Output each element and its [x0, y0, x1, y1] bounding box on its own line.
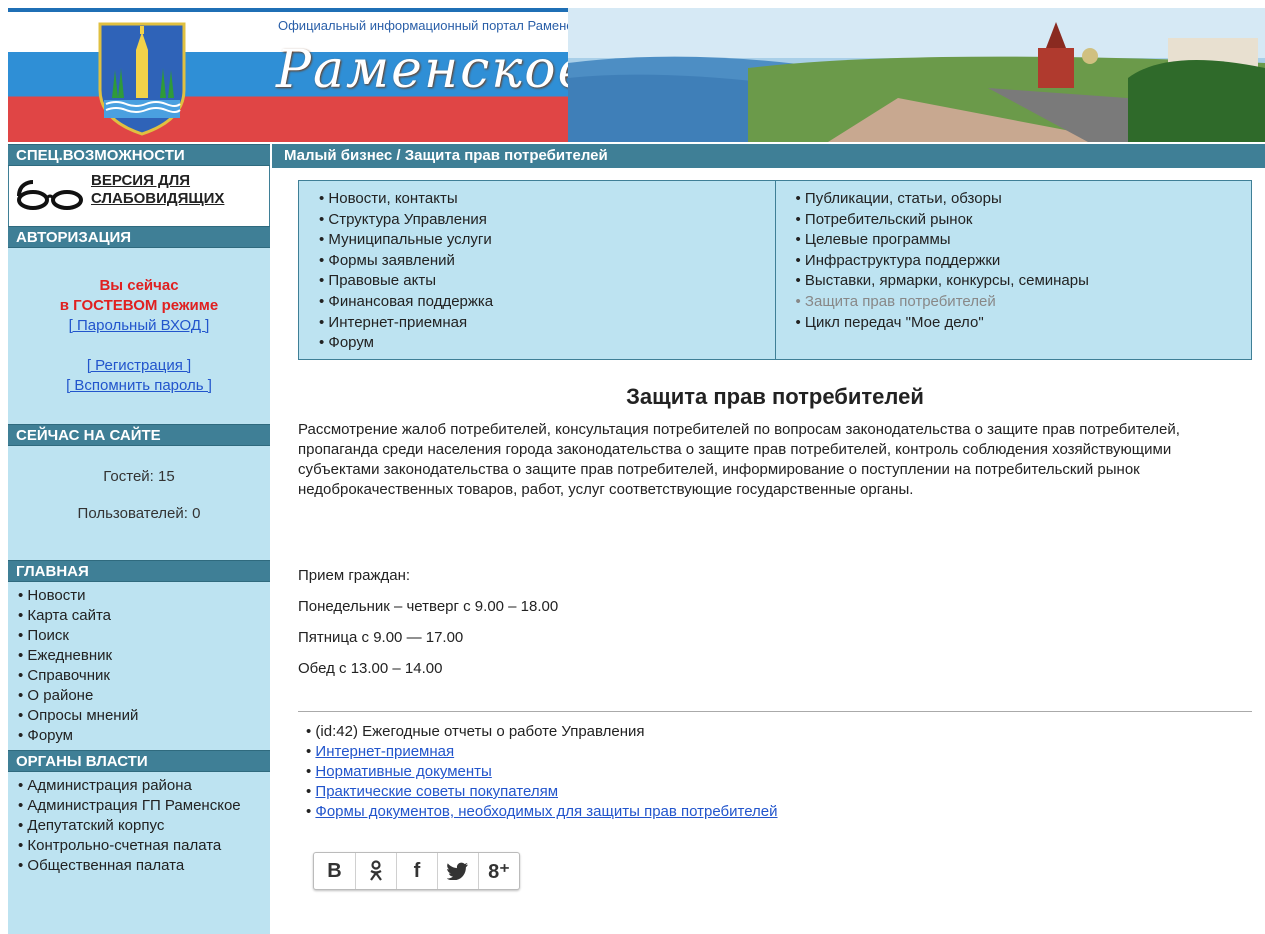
hours-weekdays: Понедельник – четверг с 9.00 – 18.00: [298, 598, 559, 615]
main-heading: ГЛАВНАЯ: [8, 560, 270, 582]
gov-heading: ОРГАНЫ ВЛАСТИ: [8, 750, 270, 772]
section-menu-item[interactable]: Выставки, ярмарки, конкурсы, семинары: [796, 271, 1252, 292]
section-menu-item[interactable]: Потребительский рынок: [796, 210, 1252, 231]
related-link[interactable]: Практические советы покупателям: [315, 783, 558, 800]
main-menu-item[interactable]: Форум: [18, 726, 270, 746]
accessibility-heading: СПЕЦ.ВОЗМОЖНОСТИ: [8, 144, 270, 166]
main-menu-item[interactable]: Поиск: [18, 626, 270, 646]
gov-menu-item[interactable]: Контрольно-счетная палата: [18, 836, 270, 856]
main-menu-item[interactable]: Справочник: [18, 666, 270, 686]
vk-icon: В: [327, 859, 342, 882]
section-menu-item[interactable]: Инфраструктура поддержки: [796, 251, 1252, 272]
section-menu-item[interactable]: Целевые программы: [796, 230, 1252, 251]
main-menu-item[interactable]: Карта сайта: [18, 606, 270, 626]
password-login-link[interactable]: [ Парольный ВХОД ]: [8, 316, 270, 336]
section-menu-item[interactable]: Правовые акты: [319, 271, 775, 292]
vision-version-block: ВЕРСИЯ ДЛЯ СЛАБОВИДЯЩИХ: [8, 166, 270, 226]
section-menu-item-active[interactable]: Защита прав потребителей: [796, 292, 1252, 313]
related-item-plain-text: (id:42) Ежегодные отчеты о работе Управл…: [315, 723, 645, 740]
section-menu-right: Публикации, статьи, обзоры Потребительск…: [774, 181, 1252, 359]
googleplus-icon: 8⁺: [488, 860, 510, 883]
related-link-item: Практические советы покупателям: [306, 782, 778, 802]
related-link-item: Интернет-приемная: [306, 742, 778, 762]
social-share-bar: В f 8⁺: [313, 852, 520, 890]
gov-menu: Администрация района Администрация ГП Ра…: [8, 772, 270, 880]
gov-menu-item[interactable]: Администрация района: [18, 776, 270, 796]
city-panorama-image: [568, 8, 1265, 142]
section-menu-item[interactable]: Структура Управления: [319, 210, 775, 231]
facebook-share-button[interactable]: f: [396, 853, 437, 889]
main-menu-item[interactable]: Опросы мнений: [18, 706, 270, 726]
users-count: Пользователей: 0: [77, 505, 201, 522]
reception-label: Прием граждан:: [298, 567, 411, 584]
guests-count: Гостей: 15: [103, 468, 175, 485]
hours-friday: Пятница с 9.00 — 17.00: [298, 629, 464, 646]
vision-version-link[interactable]: ВЕРСИЯ ДЛЯ СЛАБОВИДЯЩИХ: [91, 172, 261, 208]
left-sidebar: СПЕЦ.ВОЗМОЖНОСТИ ВЕРСИЯ ДЛЯ СЛАБОВИДЯЩИХ…: [8, 144, 270, 934]
ok-icon: [370, 860, 382, 881]
section-menu: Новости, контакты Структура Управления М…: [298, 180, 1252, 360]
coat-of-arms-icon[interactable]: [96, 20, 188, 136]
section-menu-left: Новости, контакты Структура Управления М…: [299, 181, 775, 359]
main-menu-item[interactable]: Новости: [18, 586, 270, 606]
section-menu-item[interactable]: Муниципальные услуги: [319, 230, 775, 251]
section-menu-item[interactable]: Цикл передач "Мое дело": [796, 313, 1252, 334]
related-links: (id:42) Ежегодные отчеты о работе Управл…: [306, 722, 778, 822]
guest-mode-line2: в ГОСТЕВОМ режиме: [59, 297, 219, 314]
ok-share-button[interactable]: [355, 853, 396, 889]
section-menu-item[interactable]: Новости, контакты: [319, 189, 775, 210]
related-link[interactable]: Нормативные документы: [315, 763, 491, 780]
related-link[interactable]: Формы документов, необходимых для защиты…: [315, 803, 777, 820]
vision-link-line2: СЛАБОВИДЯЩИХ: [91, 190, 225, 207]
online-heading: СЕЙЧАС НА САЙТЕ: [8, 424, 270, 446]
related-item-plain: (id:42) Ежегодные отчеты о работе Управл…: [306, 722, 778, 742]
related-link-item: Нормативные документы: [306, 762, 778, 782]
googleplus-share-button[interactable]: 8⁺: [478, 853, 519, 889]
vk-share-button[interactable]: В: [314, 853, 355, 889]
related-link[interactable]: Интернет-приемная: [315, 743, 454, 760]
site-logo-text[interactable]: Раменское: [276, 40, 590, 100]
page-description: Рассмотрение жалоб потребителей, консуль…: [298, 421, 1180, 498]
recover-password-link[interactable]: [ Вспомнить пароль ]: [8, 376, 270, 396]
guest-mode-line1: Вы сейчас: [99, 277, 179, 294]
gov-menu-item[interactable]: Депутатский корпус: [18, 816, 270, 836]
facebook-icon: f: [413, 859, 421, 882]
main-menu: Новости Карта сайта Поиск Ежедневник Спр…: [8, 582, 270, 750]
section-menu-item[interactable]: Интернет-приемная: [319, 313, 775, 334]
gov-menu-item[interactable]: Администрация ГП Раменское: [18, 796, 270, 816]
page-title: Защита прав потребителей: [626, 384, 924, 409]
section-menu-item[interactable]: Формы заявлений: [319, 251, 775, 272]
content-divider: [298, 711, 1252, 712]
breadcrumb: Малый бизнес / Защита прав потребителей: [272, 144, 1265, 168]
auth-heading: АВТОРИЗАЦИЯ: [8, 226, 270, 248]
hours-lunch: Обед с 13.00 – 14.00: [298, 660, 443, 677]
twitter-share-button[interactable]: [437, 853, 478, 889]
section-menu-item[interactable]: Публикации, статьи, обзоры: [796, 189, 1252, 210]
register-link[interactable]: [ Регистрация ]: [8, 356, 270, 376]
section-menu-item[interactable]: Форум: [319, 333, 775, 354]
auth-block: Вы сейчас в ГОСТЕВОМ режиме [ Парольный …: [8, 248, 270, 424]
online-stats: Гостей: 15 Пользователей: 0: [8, 446, 270, 560]
main-menu-item[interactable]: О районе: [18, 686, 270, 706]
site-header: Официальный информационный портал Раменс…: [8, 8, 1265, 142]
related-link-item: Формы документов, необходимых для защиты…: [306, 802, 777, 822]
twitter-icon: [447, 862, 468, 880]
section-menu-item[interactable]: Финансовая поддержка: [319, 292, 775, 313]
glasses-icon[interactable]: [15, 180, 87, 210]
reception-schedule: Прием граждан: Понедельник – четверг с 9…: [298, 566, 898, 690]
main-menu-item[interactable]: Ежедневник: [18, 646, 270, 666]
vision-link-line1: ВЕРСИЯ ДЛЯ: [91, 172, 191, 189]
gov-menu-item[interactable]: Общественная палата: [18, 856, 270, 876]
